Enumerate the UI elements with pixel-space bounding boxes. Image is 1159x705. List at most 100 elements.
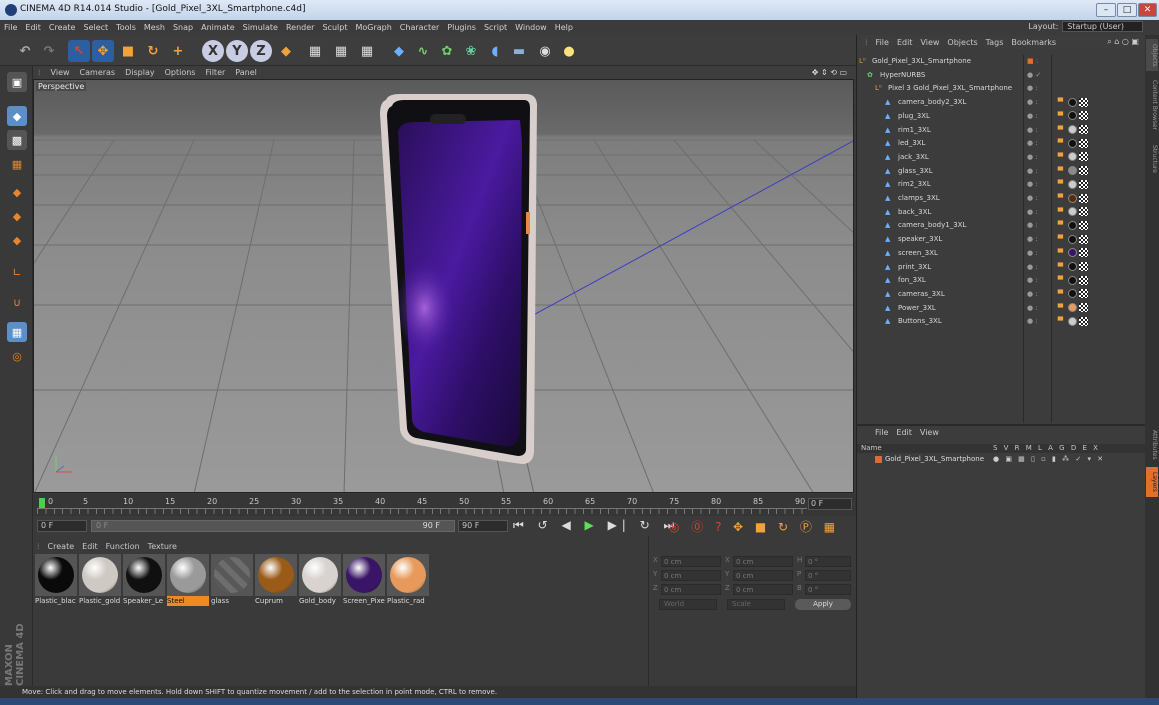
menu-snap[interactable]: Snap	[169, 23, 197, 32]
size-y-field[interactable]: 0 cm	[733, 570, 793, 581]
material-menu-create[interactable]: Create	[44, 542, 79, 551]
material-swatch[interactable]	[299, 554, 341, 596]
object-name[interactable]: glass_3XL	[898, 165, 933, 178]
object-name[interactable]: Pixel 3 Gold_Pixel_3XL_Smartphone	[888, 82, 1012, 95]
current-frame-field[interactable]: 0 F	[808, 498, 852, 510]
redo-icon[interactable]: ↷	[38, 40, 60, 62]
object-name[interactable]: camera_body2_3XL	[898, 96, 966, 109]
tab-objects[interactable]: Objects	[1146, 39, 1158, 71]
object-name[interactable]: camera_body1_3XL	[898, 219, 966, 232]
viewport-menu-display[interactable]: Display	[120, 68, 160, 77]
material-tags[interactable]: ▝▘	[1055, 124, 1089, 137]
viewport-menu-options[interactable]: Options	[160, 68, 201, 77]
object-name[interactable]: rim1_3XL	[898, 124, 931, 137]
rotate-icon[interactable]: ↻	[142, 40, 164, 62]
rot-b-field[interactable]: 0 °	[805, 584, 851, 595]
object-row[interactable]: ▲ clamps_3XL ● : ▝▘	[857, 192, 1146, 206]
smartphone-model[interactable]	[374, 92, 544, 472]
pos-y-field[interactable]: 0 cm	[661, 570, 721, 581]
visibility-dots-icon[interactable]: ● :	[1027, 302, 1038, 315]
layer-color-swatch[interactable]	[875, 456, 882, 463]
layer-row[interactable]: Gold_Pixel_3XL_Smartphone ● ▣ ▦ ▯ ▫ ▮ ⁂ …	[857, 454, 1146, 465]
deformer-icon[interactable]: ◖	[484, 40, 506, 62]
material-tags[interactable]: ▝▘	[1055, 219, 1089, 232]
object-row[interactable]: ▲ camera_body1_3XL ● : ▝▘	[857, 219, 1146, 233]
layer-menu-file[interactable]: File	[871, 428, 892, 437]
layer-menu-edit[interactable]: Edit	[892, 428, 916, 437]
object-name[interactable]: Gold_Pixel_3XL_Smartphone	[872, 55, 971, 68]
visibility-dots-icon[interactable]: ● :	[1027, 315, 1038, 328]
visibility-dots-icon[interactable]: ● :	[1027, 165, 1038, 178]
nurbs-icon[interactable]: ✿	[436, 40, 458, 62]
cube-icon[interactable]: ◆	[388, 40, 410, 62]
camera-icon[interactable]: ◉	[534, 40, 556, 62]
render-settings-icon[interactable]: ▦	[356, 40, 378, 62]
material-tags[interactable]: ▝▘	[1055, 274, 1089, 287]
object-row[interactable]: ▲ plug_3XL ● : ▝▘	[857, 110, 1146, 124]
timeline-ruler[interactable]: 0 5 10 15 20 25 30 35 40 45 50 55 60 65 …	[33, 494, 856, 516]
tab-attributes[interactable]: Attributes	[1146, 425, 1158, 465]
layer-flag-icons[interactable]: ● ▣ ▦ ▯ ▫ ▮ ⁂ ✓ ▾ ✕	[993, 455, 1105, 463]
menu-mesh[interactable]: Mesh	[140, 23, 169, 32]
coord-mode-select[interactable]: World	[659, 599, 717, 610]
viewport-nav-icons[interactable]: ✥ ⇕ ⟲ ▭	[807, 68, 852, 77]
visibility-dots-icon[interactable]: ● ✓	[1027, 69, 1041, 82]
model-mode-icon[interactable]: ◆	[7, 106, 27, 126]
object-menu-bookmarks[interactable]: Bookmarks	[1007, 38, 1060, 47]
object-row[interactable]: ▲ rim2_3XL ● : ▝▘	[857, 178, 1146, 192]
tab-content-browser[interactable]: Content Browser	[1146, 75, 1158, 135]
object-name[interactable]: cameras_3XL	[898, 288, 945, 301]
visibility-dots-icon[interactable]: ● :	[1027, 261, 1038, 274]
material-item[interactable]: Plastic_blac	[35, 554, 77, 606]
apply-button[interactable]: Apply	[795, 599, 851, 610]
layer-menu-view[interactable]: View	[916, 428, 943, 437]
points-mode-icon[interactable]: ◆	[7, 182, 27, 202]
object-row[interactable]: L⁰ Pixel 3 Gold_Pixel_3XL_Smartphone ● :	[857, 82, 1146, 96]
object-row[interactable]: ▲ glass_3XL ● : ▝▘	[857, 165, 1146, 179]
z-axis-lock-icon[interactable]: Z	[250, 40, 272, 62]
material-item[interactable]: Plastic_gold	[79, 554, 121, 606]
object-name[interactable]: back_3XL	[898, 206, 931, 219]
material-tags[interactable]: ▝▘	[1055, 302, 1089, 315]
end-frame-field[interactable]: 90 F	[458, 520, 508, 532]
undo-icon[interactable]: ↶	[14, 40, 36, 62]
visibility-dots-icon[interactable]: ● :	[1027, 288, 1038, 301]
x-axis-lock-icon[interactable]: X	[202, 40, 224, 62]
menu-file[interactable]: File	[0, 23, 21, 32]
close-button[interactable]: ✕	[1138, 3, 1157, 17]
material-tags[interactable]: ▝▘	[1055, 247, 1089, 260]
visibility-dots-icon[interactable]: ● :	[1027, 137, 1038, 150]
object-row[interactable]: ▲ back_3XL ● : ▝▘	[857, 206, 1146, 220]
material-swatch[interactable]	[123, 554, 165, 596]
object-row[interactable]: ▲ print_3XL ● : ▝▘	[857, 261, 1146, 275]
axis-mode-icon[interactable]: ∟	[7, 262, 27, 282]
material-swatch[interactable]	[35, 554, 77, 596]
pos-x-field[interactable]: 0 cm	[661, 556, 721, 567]
object-name[interactable]: Buttons_3XL	[898, 315, 942, 328]
material-item[interactable]: Speaker_Le	[123, 554, 165, 606]
render-picture-viewer-icon[interactable]: ▦	[330, 40, 352, 62]
object-menu-objects[interactable]: Objects	[943, 38, 981, 47]
object-menu-view[interactable]: View	[916, 38, 943, 47]
maximize-button[interactable]: □	[1117, 3, 1137, 17]
object-menu-tags[interactable]: Tags	[982, 38, 1008, 47]
object-row[interactable]: ▲ screen_3XL ● : ▝▘	[857, 247, 1146, 261]
visibility-dots-icon[interactable]: ● :	[1027, 219, 1038, 232]
object-row[interactable]: ▲ camera_body2_3XL ● : ▝▘	[857, 96, 1146, 110]
viewport-menu-cameras[interactable]: Cameras	[75, 68, 121, 77]
object-name[interactable]: fon_3XL	[898, 274, 926, 287]
object-row[interactable]: ▲ cameras_3XL ● : ▝▘	[857, 288, 1146, 302]
playhead[interactable]	[39, 498, 45, 508]
object-row[interactable]: ▲ speaker_3XL ● : ▝▘	[857, 233, 1146, 247]
menu-animate[interactable]: Animate	[197, 23, 239, 32]
object-row[interactable]: ▲ Power_3XL ● : ▝▘	[857, 302, 1146, 316]
render-view-icon[interactable]: ▦	[304, 40, 326, 62]
minimize-button[interactable]: –	[1096, 3, 1116, 17]
material-item[interactable]: Plastic_rad	[387, 554, 429, 606]
object-name[interactable]: plug_3XL	[898, 110, 930, 123]
object-name[interactable]: Power_3XL	[898, 302, 936, 315]
material-tags[interactable]: ▝▘	[1055, 206, 1089, 219]
edges-mode-icon[interactable]: ◆	[7, 206, 27, 226]
material-tags[interactable]: ▝▘	[1055, 233, 1089, 246]
layer-name[interactable]: Gold_Pixel_3XL_Smartphone	[885, 455, 984, 463]
